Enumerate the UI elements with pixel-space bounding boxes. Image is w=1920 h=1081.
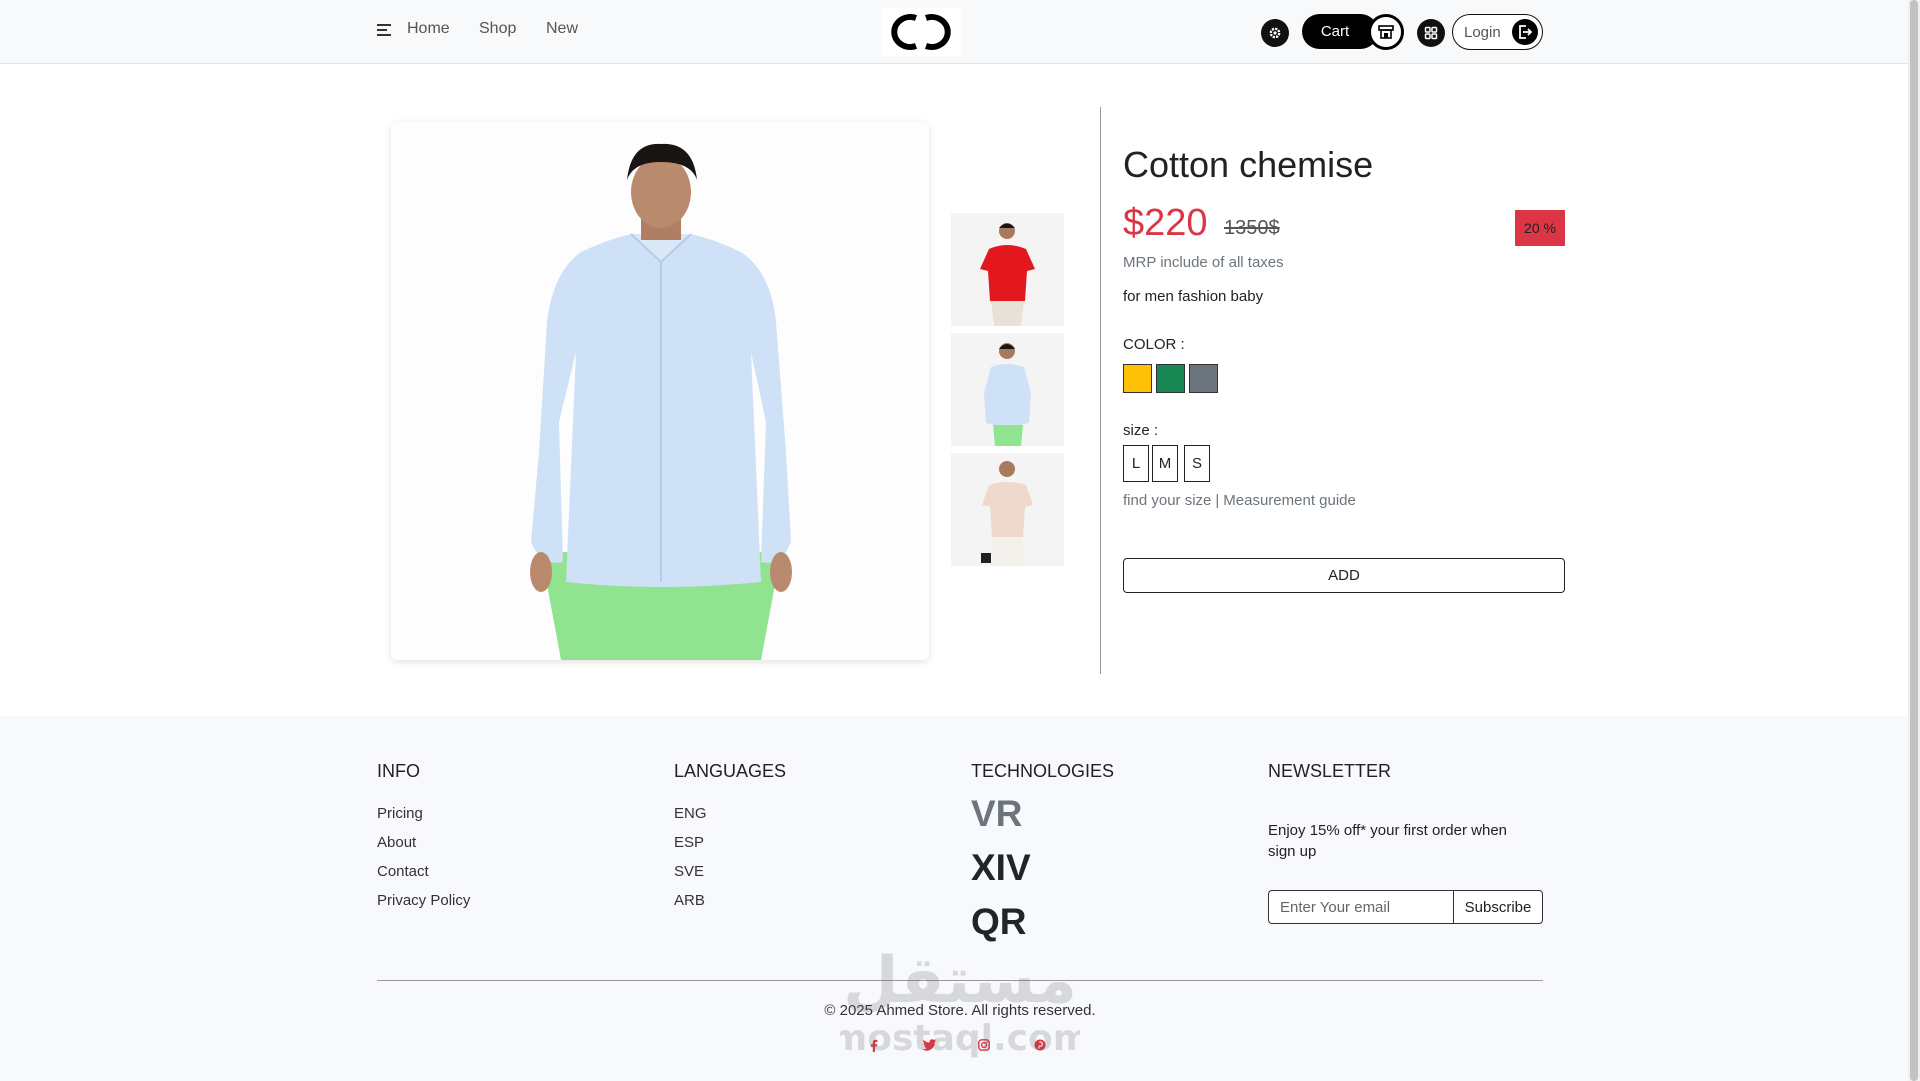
footer-link-pricing[interactable]: Pricing (377, 805, 423, 822)
discount-badge: 20 % (1515, 210, 1565, 246)
footer-heading-technologies: TECHNOLOGIES (971, 761, 1115, 781)
size-links-separator: | (1215, 492, 1220, 509)
footer (0, 716, 1908, 1081)
product-price: $220 (1123, 202, 1208, 244)
cart-label: Cart (1320, 23, 1350, 40)
scrollbar-thumb[interactable] (1910, 0, 1918, 1081)
tech-qr: QR (971, 901, 1027, 942)
nav-new[interactable]: New (546, 20, 578, 38)
gear-icon[interactable] (1261, 19, 1289, 47)
logout-arrow-icon (1512, 19, 1538, 45)
tech-vr: VR (971, 793, 1023, 834)
old-price: 1350$ (1224, 217, 1280, 239)
color-swatch-green[interactable] (1156, 364, 1185, 393)
mrp-note: MRP include of all taxes (1123, 254, 1284, 271)
top-navbar: Home Shop New Cart Login (0, 0, 1908, 64)
size-help-links: find your size | Measurement guide (1123, 492, 1356, 509)
footer-heading-newsletter: NEWSLETTER (1268, 761, 1392, 781)
size-option-m[interactable]: M (1152, 445, 1178, 482)
copyright-text: © 2025 Ahmed Store. All rights reserved. (824, 1002, 1096, 1019)
newsletter-text: Enjoy 15% off* your first order when sig… (1268, 822, 1508, 860)
color-swatch-yellow[interactable] (1123, 364, 1152, 393)
twitter-icon[interactable] (922, 1038, 936, 1052)
footer-link-contact[interactable]: Contact (377, 863, 429, 880)
footer-link-about[interactable]: About (377, 834, 416, 851)
language-eng[interactable]: ENG (674, 805, 707, 822)
page-scrollbar[interactable] (1908, 0, 1920, 1081)
footer-link-privacy[interactable]: Privacy Policy (377, 892, 470, 909)
main-product-image (391, 122, 929, 660)
footer-heading-info: INFO (377, 761, 420, 781)
thumbnail-red-polo[interactable] (951, 213, 1064, 326)
instagram-icon[interactable] (977, 1038, 991, 1052)
measurement-guide-link[interactable]: Measurement guide (1223, 492, 1356, 509)
language-sve[interactable]: SVE (674, 863, 704, 880)
grid-icon[interactable] (1417, 19, 1445, 47)
find-size-link[interactable]: find your size (1123, 492, 1211, 509)
tech-xiv: XIV (971, 847, 1031, 888)
facebook-icon[interactable] (867, 1038, 881, 1052)
size-label: size : (1123, 422, 1159, 439)
pinterest-icon[interactable] (1033, 1038, 1047, 1052)
language-esp[interactable]: ESP (674, 834, 704, 851)
nav-home[interactable]: Home (407, 20, 450, 38)
subscribe-button[interactable]: Subscribe (1453, 890, 1543, 924)
login-button[interactable]: Login (1452, 14, 1543, 50)
thumbnail-beige-polo[interactable] (951, 453, 1064, 566)
size-option-l[interactable]: L (1123, 445, 1149, 482)
color-label: COLOR : (1123, 336, 1185, 353)
login-label: Login (1464, 23, 1501, 41)
color-swatch-gray[interactable] (1189, 364, 1218, 393)
product-description: for men fashion baby (1123, 288, 1264, 305)
store-icon[interactable] (1368, 14, 1404, 50)
hamburger-icon[interactable] (377, 24, 391, 36)
chanel-logo (891, 14, 951, 50)
brand-logo[interactable] (881, 8, 961, 56)
nav-shop[interactable]: Shop (479, 20, 516, 38)
size-option-s[interactable]: S (1184, 445, 1210, 482)
footer-heading-languages: LANGUAGES (674, 761, 787, 781)
vertical-divider (1100, 107, 1101, 674)
footer-divider (377, 980, 1543, 981)
add-to-cart-button[interactable]: ADD (1123, 558, 1565, 593)
newsletter-email-input[interactable] (1268, 890, 1454, 924)
cart-button[interactable]: Cart (1302, 14, 1378, 49)
product-title: Cotton chemise (1123, 144, 1374, 185)
language-arb[interactable]: ARB (674, 892, 705, 909)
thumbnail-blue-shirt[interactable] (951, 333, 1064, 446)
